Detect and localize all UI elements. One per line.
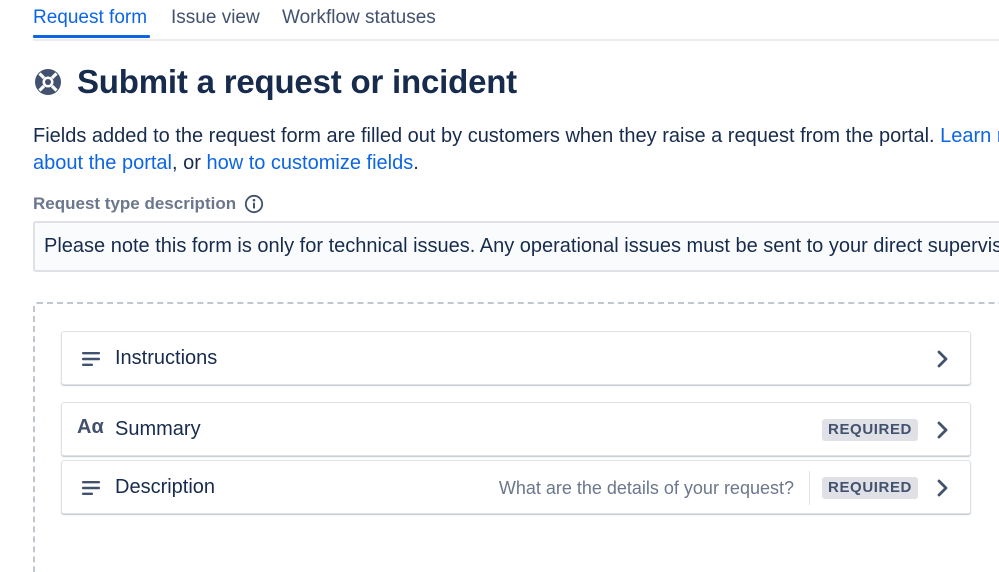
- tab-request-form[interactable]: Request form: [33, 7, 147, 29]
- chevron-right-icon[interactable]: [936, 419, 950, 441]
- page-header: Submit a request or incident: [33, 62, 517, 102]
- intro-text: Fields added to the request form are fil…: [33, 123, 999, 177]
- text-lines-icon: [82, 481, 100, 495]
- field-label: Description: [115, 476, 216, 498]
- intro-text-after: .: [413, 152, 419, 174]
- field-row-description[interactable]: Description What are the details of your…: [61, 460, 971, 514]
- field-hint: What are the details of your request?: [498, 478, 794, 498]
- field-label: Instructions: [115, 347, 218, 369]
- request-type-description-label-row: Request type description: [33, 194, 264, 214]
- lifebuoy-icon: [35, 69, 61, 95]
- field-label: Summary: [115, 418, 201, 440]
- text-lines-icon: [82, 352, 100, 366]
- divider: [809, 471, 810, 505]
- intro-text-between: , or: [172, 152, 207, 174]
- info-icon[interactable]: [244, 194, 264, 214]
- typography-icon: Aα: [77, 416, 104, 438]
- field-row-instructions[interactable]: Instructions: [61, 331, 971, 385]
- active-tab-indicator: [33, 35, 150, 38]
- tab-issue-view[interactable]: Issue view: [171, 7, 260, 29]
- page-title: Submit a request or incident: [77, 63, 517, 100]
- field-row-summary[interactable]: Aα Summary REQUIRED: [61, 402, 971, 456]
- required-badge: REQUIRED: [822, 477, 918, 499]
- intro-text-before: Fields added to the request form are fil…: [33, 125, 941, 147]
- tab-workflow-statuses[interactable]: Workflow statuses: [282, 7, 436, 29]
- learn-more-link[interactable]: Learn more: [940, 125, 999, 147]
- chevron-right-icon[interactable]: [936, 477, 950, 499]
- customize-fields-link[interactable]: how to customize fields: [206, 152, 413, 174]
- about-portal-link[interactable]: about the portal: [33, 152, 172, 174]
- request-type-description-input[interactable]: [33, 221, 999, 272]
- request-type-description-label: Request type description: [33, 194, 237, 213]
- required-badge: REQUIRED: [822, 419, 918, 441]
- chevron-right-icon[interactable]: [936, 348, 950, 370]
- tab-bar: Request form Issue view Workflow statuse…: [33, 0, 999, 41]
